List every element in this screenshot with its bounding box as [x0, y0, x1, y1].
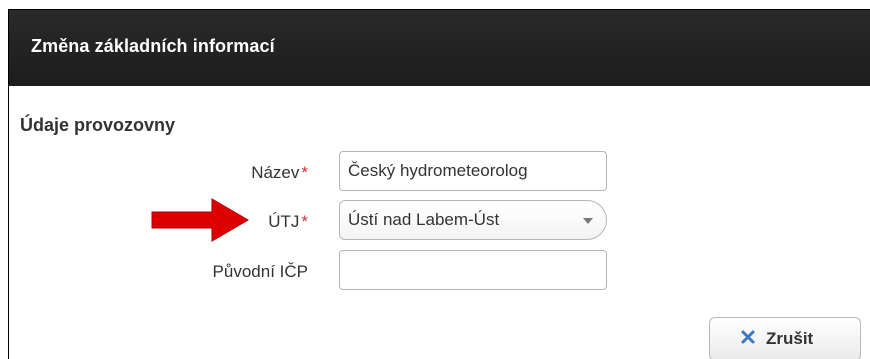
name-label: Název *: [251, 163, 308, 183]
name-label-text: Název: [251, 163, 300, 182]
chevron-down-icon[interactable]: [583, 218, 593, 224]
red-arrow-icon: [151, 198, 249, 242]
cancel-button[interactable]: Zrušit: [709, 317, 861, 359]
utj-required-mark: *: [301, 212, 308, 231]
close-icon: [741, 330, 755, 344]
original-icp-input[interactable]: [339, 250, 607, 290]
original-icp-label-text: Původní IČP: [212, 262, 308, 281]
dialog-titlebar: Změna základních informací: [9, 10, 870, 86]
cancel-button-label: Zrušit: [766, 329, 814, 348]
utj-select[interactable]: Ústí nad Labem-Úst: [339, 200, 607, 240]
utj-label-text: ÚTJ: [268, 212, 300, 231]
screenshot-canvas: Změna základních informací Údaje provozo…: [0, 0, 870, 359]
original-icp-label: Původní IČP: [213, 262, 308, 282]
name-input[interactable]: [339, 151, 607, 191]
utj-label: ÚTJ *: [268, 212, 308, 232]
utj-selected-value: Ústí nad Labem-Úst: [348, 210, 500, 229]
section-title: Údaje provozovny: [20, 115, 176, 135]
edit-basic-info-dialog: Změna základních informací Údaje provozo…: [8, 9, 870, 359]
dialog-title: Změna základních informací: [31, 36, 275, 56]
name-required-mark: *: [301, 163, 308, 182]
